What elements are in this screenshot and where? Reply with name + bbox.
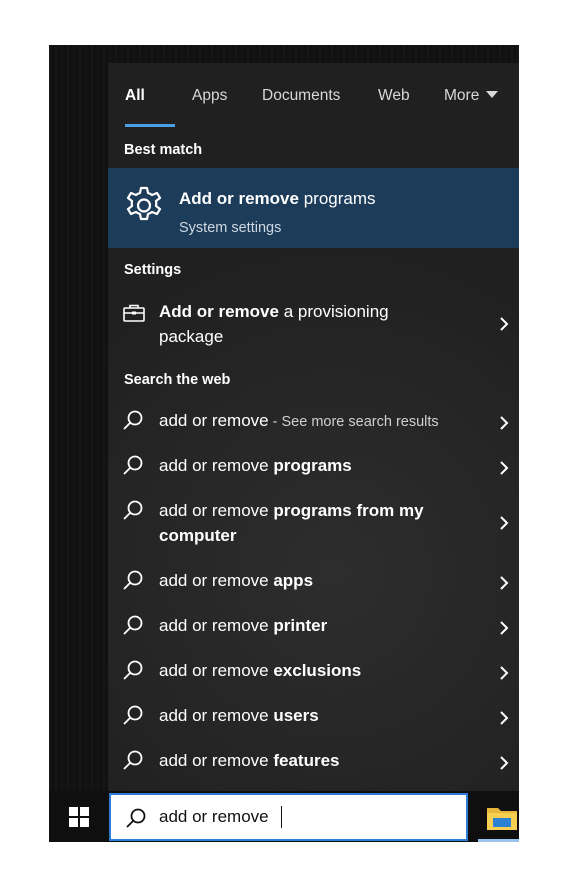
- web-result-query: add or remove: [159, 661, 274, 680]
- web-result-suffix: users: [273, 706, 319, 725]
- web-result-row[interactable]: add or remove apps: [108, 562, 519, 602]
- web-result-suffix: exclusions: [273, 661, 362, 680]
- windows-logo-icon: [69, 807, 89, 827]
- chevron-right-icon: [500, 711, 509, 725]
- web-result-query: add or remove: [159, 456, 274, 475]
- web-result-query: add or remove: [159, 501, 274, 520]
- best-match-result[interactable]: Add or remove programs System settings: [108, 168, 519, 248]
- section-settings: Settings: [124, 262, 182, 278]
- web-result-row[interactable]: add or remove features: [108, 742, 519, 782]
- tab-documents[interactable]: Documents: [262, 87, 340, 105]
- best-match-title-bold: Add or remove: [179, 189, 299, 208]
- web-result-suffix: programs: [273, 456, 352, 475]
- web-result-label: add or remove features: [159, 748, 489, 775]
- web-result-label: add or remove apps: [159, 568, 489, 595]
- tab-web[interactable]: Web: [378, 87, 410, 105]
- chevron-right-icon: [500, 576, 509, 590]
- taskbar-search-box[interactable]: [109, 793, 468, 841]
- search-icon: [123, 660, 143, 680]
- best-match-title: Add or remove programs: [179, 189, 376, 209]
- web-result-row[interactable]: add or remove programs from my computer: [108, 492, 519, 552]
- web-result-suffix: printer: [273, 616, 328, 635]
- web-result-suffix: apps: [273, 571, 314, 590]
- gear-icon: [126, 186, 162, 221]
- search-input[interactable]: [159, 804, 449, 830]
- active-tab-indicator: [125, 124, 175, 127]
- best-match-subtitle: System settings: [179, 220, 282, 236]
- search-icon: [123, 410, 143, 430]
- search-icon: [123, 705, 143, 725]
- tab-more[interactable]: More: [444, 87, 499, 105]
- web-result-row[interactable]: add or remove - See more search results: [108, 402, 519, 442]
- section-best-match: Best match: [124, 142, 203, 158]
- web-result-query: add or remove: [159, 571, 274, 590]
- tab-more-label: More: [444, 87, 480, 104]
- chevron-right-icon: [500, 666, 509, 680]
- best-match-title-rest: programs: [298, 189, 376, 208]
- web-result-query: add or remove: [159, 411, 269, 430]
- chevron-down-icon: [486, 91, 499, 99]
- web-result-label: add or remove users: [159, 703, 489, 730]
- web-result-row[interactable]: add or remove printer: [108, 607, 519, 647]
- chevron-right-icon: [500, 516, 509, 530]
- web-result-label: add or remove programs: [159, 453, 489, 480]
- web-result-row[interactable]: add or remove users: [108, 697, 519, 737]
- search-icon: [123, 500, 143, 520]
- section-search-web: Search the web: [124, 372, 231, 388]
- search-icon: [123, 750, 143, 770]
- search-icon: [123, 615, 143, 635]
- settings-item-provisioning[interactable]: Add or remove a provisioning package: [108, 299, 519, 353]
- tab-all[interactable]: All: [125, 87, 145, 105]
- start-search-panel: All Apps Documents Web More Best match A…: [108, 63, 519, 791]
- web-result-label: add or remove exclusions: [159, 658, 489, 685]
- chevron-right-icon: [500, 461, 509, 475]
- web-result-suffix: features: [273, 751, 340, 770]
- web-result-query: add or remove: [159, 616, 274, 635]
- web-result-label: add or remove - See more search results: [159, 408, 489, 435]
- web-result-row[interactable]: add or remove exclusions: [108, 652, 519, 692]
- briefcase-icon: [123, 304, 145, 322]
- chevron-right-icon: [500, 756, 509, 770]
- web-result-label: add or remove printer: [159, 613, 489, 640]
- text-cursor: [281, 806, 282, 828]
- filter-tabs: All Apps Documents Web More: [108, 63, 519, 127]
- web-result-query: add or remove: [159, 706, 274, 725]
- chevron-right-icon: [500, 317, 509, 331]
- file-explorer-icon[interactable]: [485, 800, 519, 834]
- search-icon: [123, 455, 143, 475]
- web-result-label: add or remove programs from my computer: [159, 498, 459, 550]
- settings-item-bold: Add or remove: [159, 302, 279, 321]
- taskbar-active-indicator: [478, 839, 519, 842]
- web-result-query: add or remove: [159, 751, 274, 770]
- start-button[interactable]: [49, 791, 109, 842]
- web-result-row[interactable]: add or remove programs: [108, 447, 519, 487]
- tab-apps[interactable]: Apps: [192, 87, 227, 105]
- settings-item-label: Add or remove a provisioning package: [159, 299, 449, 349]
- chevron-right-icon: [500, 416, 509, 430]
- search-icon: [123, 570, 143, 590]
- search-icon: [126, 808, 146, 828]
- chevron-right-icon: [500, 621, 509, 635]
- web-result-hint: - See more search results: [268, 414, 439, 430]
